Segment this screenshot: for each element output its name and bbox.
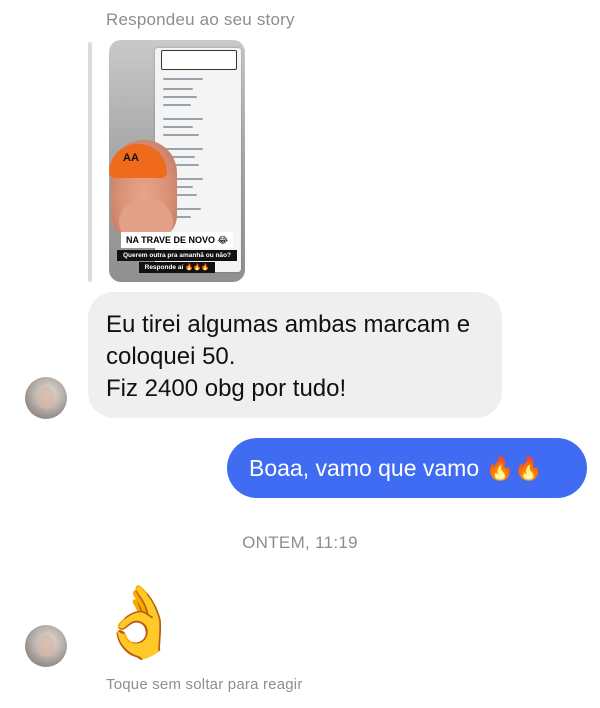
- story-preview[interactable]: AA NA TRAVE DE NOVO 😂 Querem outra pra a…: [109, 40, 245, 282]
- react-hint: Toque sem soltar para reagir: [106, 676, 303, 693]
- sender-avatar[interactable]: [25, 625, 67, 667]
- cap-logo: AA: [123, 152, 139, 164]
- sender-avatar[interactable]: [25, 377, 67, 419]
- message-line: Eu tirei algumas ambas marcam e: [106, 311, 471, 338]
- incoming-message-bubble[interactable]: Eu tirei algumas ambas marcam e coloquei…: [88, 292, 502, 418]
- outgoing-message-bubble[interactable]: Boaa, vamo que vamo 🔥🔥: [227, 438, 587, 498]
- story-question-text: Querem outra pra amanhã ou não?: [117, 250, 237, 261]
- message-line: Fiz 2400 obg por tudo!: [106, 375, 347, 402]
- story-reply-label: Respondeu ao seu story: [106, 10, 295, 29]
- ok-hand-emoji-message[interactable]: 👌: [96, 582, 183, 662]
- reply-quote-bar: [88, 42, 92, 282]
- story-prompt-text: Responde aí 🔥🔥🔥: [139, 262, 215, 273]
- story-sheet-header: [161, 50, 237, 70]
- message-timestamp: ONTEM, 11:19: [242, 533, 358, 552]
- message-line: coloquei 50.: [106, 343, 236, 370]
- story-banner-text: NA TRAVE DE NOVO 😂: [121, 232, 233, 248]
